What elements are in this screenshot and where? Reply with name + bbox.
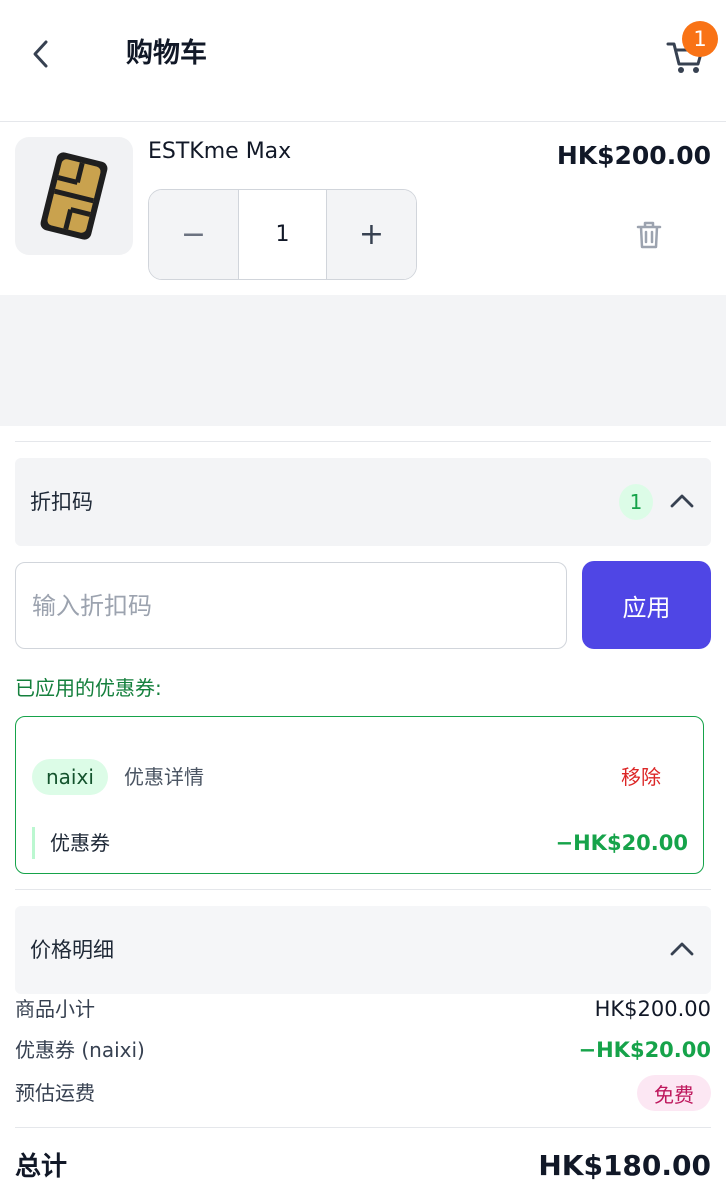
- subtotal-label: 商品小计: [15, 997, 95, 1021]
- price-breakdown-title: 价格明细: [30, 938, 114, 962]
- applied-coupon-card: naixi 优惠详情 移除 优惠券 −HK$20.00: [15, 716, 704, 874]
- increase-quantity-button[interactable]: +: [327, 190, 416, 279]
- back-button[interactable]: [24, 36, 58, 72]
- coupon-row-value: −HK$20.00: [555, 831, 688, 855]
- decrease-quantity-button[interactable]: −: [149, 190, 238, 279]
- product-name[interactable]: ESTKme Max: [148, 137, 291, 167]
- cart-item: ESTKme Max HK$200.00 − 1 +: [0, 123, 726, 295]
- coupon-code-tag: naixi: [32, 759, 108, 795]
- chevron-up-icon: [670, 942, 694, 956]
- chevron-left-icon: [33, 40, 48, 68]
- remove-coupon-button[interactable]: 移除: [621, 761, 661, 793]
- total-value: HK$180.00: [538, 1149, 711, 1182]
- discount-code-title: 折扣码: [30, 490, 93, 514]
- shipping-label: 预估运费: [15, 1081, 95, 1105]
- quantity-stepper: − 1 +: [148, 189, 417, 280]
- discount-code-accordion[interactable]: 折扣码 1: [15, 458, 711, 546]
- spacer-area: [0, 295, 726, 426]
- applied-coupons-label: 已应用的优惠券:: [15, 676, 162, 700]
- page-title: 购物车: [126, 38, 207, 69]
- delete-item-button[interactable]: [634, 219, 664, 251]
- quantity-value[interactable]: 1: [238, 190, 327, 279]
- price-breakdown-accordion[interactable]: 价格明细: [15, 906, 711, 994]
- coupon-row-label: 优惠券: [50, 831, 110, 855]
- coupon-discount-value: −HK$20.00: [578, 1038, 711, 1062]
- divider: [15, 441, 711, 442]
- divider: [15, 1127, 711, 1128]
- subtotal-value: HK$200.00: [594, 997, 711, 1021]
- coupon-details-link[interactable]: 优惠详情: [124, 761, 204, 793]
- chevron-up-icon: [670, 494, 694, 508]
- trash-icon: [636, 221, 662, 249]
- discount-code-input[interactable]: [15, 562, 567, 649]
- discount-count-badge: 1: [619, 484, 653, 520]
- coupon-accent-line: [32, 827, 35, 859]
- apply-button[interactable]: 应用: [582, 561, 711, 649]
- cart-count-badge: 1: [682, 21, 718, 57]
- app-header: 购物车 1: [0, 0, 726, 122]
- sim-card-icon: [40, 152, 108, 240]
- total-label: 总计: [15, 1152, 68, 1182]
- coupon-discount-label: 优惠券 (naixi): [15, 1038, 145, 1062]
- divider: [15, 889, 711, 890]
- product-image: [15, 137, 133, 255]
- product-price: HK$200.00: [556, 141, 711, 170]
- shipping-free-badge: 免费: [637, 1075, 711, 1111]
